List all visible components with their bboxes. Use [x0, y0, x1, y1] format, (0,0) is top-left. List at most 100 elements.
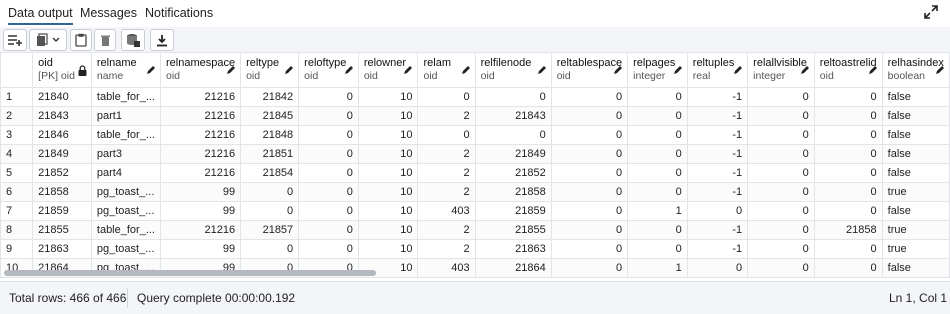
table-row[interactable]: 2 21843 part1 21216 21845 0 10 2 21843 0 0 -1 0 0 fals…	[0, 106, 950, 126]
table-cell[interactable]: 0	[627, 106, 688, 126]
table-cell[interactable]: 21859	[32, 201, 92, 221]
table-cell[interactable]: 21849	[474, 144, 552, 164]
table-cell[interactable]: 21857	[240, 220, 300, 240]
add-row-button[interactable]	[3, 29, 27, 51]
edit-pencil-icon[interactable]	[461, 65, 471, 78]
table-cell[interactable]: 21863	[32, 239, 92, 259]
column-header-relam[interactable]: relam oid	[417, 52, 476, 88]
edit-pencil-icon[interactable]	[284, 65, 294, 78]
table-cell[interactable]: -1	[686, 182, 749, 202]
table-cell[interactable]: 0	[298, 106, 359, 126]
table-cell[interactable]: 21216	[159, 144, 242, 164]
table-cell[interactable]: 21858	[474, 182, 552, 202]
table-cell[interactable]: 0	[474, 125, 552, 145]
table-cell[interactable]: pg_toast_...	[90, 239, 161, 259]
table-cell[interactable]: 0	[813, 87, 883, 107]
column-header-reltoastrelid[interactable]: reltoastrelid oid	[813, 52, 883, 88]
delete-button[interactable]	[94, 29, 116, 51]
column-header-relallvisible[interactable]: relallvisible integer	[747, 52, 815, 88]
download-button[interactable]	[150, 29, 174, 51]
table-cell[interactable]: 0	[813, 182, 883, 202]
table-cell[interactable]: 0	[417, 87, 476, 107]
table-cell[interactable]: 0	[747, 220, 815, 240]
table-cell[interactable]: 0	[627, 163, 688, 183]
table-cell[interactable]: 21216	[159, 106, 242, 126]
chevron-down-icon[interactable]	[52, 37, 60, 43]
table-cell[interactable]: -1	[686, 163, 749, 183]
edit-pencil-icon[interactable]	[868, 65, 878, 78]
column-header-reltablespace[interactable]: reltablespace oid	[550, 52, 629, 88]
table-row[interactable]: 8 21855 table_for_... 21216 21857 0 10 2 21855 0 0…	[0, 220, 950, 240]
table-cell[interactable]: 21843	[32, 106, 92, 126]
table-cell[interactable]: part1	[90, 106, 161, 126]
table-cell[interactable]: 21840	[32, 87, 92, 107]
table-cell[interactable]: 0	[813, 163, 883, 183]
table-cell[interactable]: 0	[240, 201, 300, 221]
table-cell[interactable]: 0	[550, 106, 629, 126]
table-cell[interactable]: 0	[417, 125, 476, 145]
table-row[interactable]: 4 21849 part3 21216 21851 0 10 2 21849 0 0 -1 0 0 fals…	[0, 144, 950, 164]
table-cell[interactable]: 21846	[32, 125, 92, 145]
table-cell[interactable]: part4	[90, 163, 161, 183]
table-cell[interactable]: 0	[550, 220, 629, 240]
column-header-relname[interactable]: relname name	[90, 52, 161, 88]
table-cell[interactable]: 0	[550, 87, 629, 107]
table-cell[interactable]: false	[881, 201, 950, 221]
table-cell[interactable]: 0	[747, 182, 815, 202]
table-cell[interactable]: 0	[550, 258, 629, 278]
table-cell[interactable]: 0	[627, 182, 688, 202]
table-cell[interactable]: 2	[417, 239, 476, 259]
table-cell[interactable]: 0	[298, 144, 359, 164]
table-cell[interactable]: 2	[417, 163, 476, 183]
table-cell[interactable]: 21852	[32, 163, 92, 183]
edit-pencil-icon[interactable]	[613, 65, 623, 78]
table-cell[interactable]: 21858	[813, 220, 883, 240]
table-cell[interactable]: false	[881, 106, 950, 126]
table-cell[interactable]: 0	[627, 220, 688, 240]
table-cell[interactable]: 0	[813, 258, 883, 278]
table-cell[interactable]: false	[881, 144, 950, 164]
table-cell[interactable]: 99	[159, 201, 242, 221]
column-header-relpages[interactable]: relpages integer	[627, 52, 688, 88]
table-cell[interactable]: 0	[240, 182, 300, 202]
table-cell[interactable]: 10	[357, 144, 419, 164]
table-cell[interactable]: -1	[686, 125, 749, 145]
column-header-reloftype[interactable]: reloftype oid	[298, 52, 359, 88]
table-cell[interactable]: -1	[686, 144, 749, 164]
column-header-reltuples[interactable]: reltuples real	[686, 52, 749, 88]
save-data-button[interactable]	[121, 29, 145, 51]
table-cell[interactable]: 21849	[32, 144, 92, 164]
table-cell[interactable]: 0	[813, 239, 883, 259]
table-cell[interactable]: -1	[686, 220, 749, 240]
table-cell[interactable]: 0	[550, 201, 629, 221]
table-cell[interactable]: 0	[474, 87, 552, 107]
table-cell[interactable]: pg_toast_...	[90, 182, 161, 202]
table-cell[interactable]: 2	[417, 106, 476, 126]
table-cell[interactable]: table_for_...	[90, 220, 161, 240]
table-cell[interactable]: 0	[550, 182, 629, 202]
edit-pencil-icon[interactable]	[935, 65, 945, 78]
table-cell[interactable]: 0	[686, 258, 749, 278]
edit-pencil-icon[interactable]	[673, 65, 683, 78]
table-row[interactable]: 6 21858 pg_toast_... 99 0 0 10 2 21858 0 0 -1 0 0 true	[0, 182, 950, 202]
table-cell[interactable]: 0	[298, 220, 359, 240]
table-cell[interactable]: 0	[240, 239, 300, 259]
table-cell[interactable]: 1	[627, 201, 688, 221]
edit-pencil-icon[interactable]	[403, 65, 413, 78]
edit-pencil-icon[interactable]	[733, 65, 743, 78]
table-cell[interactable]: 21851	[240, 144, 300, 164]
column-header-relnamespace[interactable]: relnamespace oid	[159, 52, 242, 88]
expand-icon[interactable]	[924, 5, 940, 21]
table-cell[interactable]: 0	[627, 125, 688, 145]
table-row[interactable]: 9 21863 pg_toast_... 99 0 0 10 2 21863 0 0 -1 0 0 true	[0, 239, 950, 259]
table-cell[interactable]: 0	[627, 87, 688, 107]
table-cell[interactable]: 21216	[159, 220, 242, 240]
table-cell[interactable]: 10	[357, 106, 419, 126]
table-cell[interactable]: 10	[357, 220, 419, 240]
table-cell[interactable]: 0	[627, 239, 688, 259]
table-cell[interactable]: table_for_...	[90, 87, 161, 107]
table-cell[interactable]: true	[881, 239, 950, 259]
table-cell[interactable]: 0	[747, 144, 815, 164]
table-cell[interactable]: 21216	[159, 125, 242, 145]
column-header-relowner[interactable]: relowner oid	[357, 52, 419, 88]
